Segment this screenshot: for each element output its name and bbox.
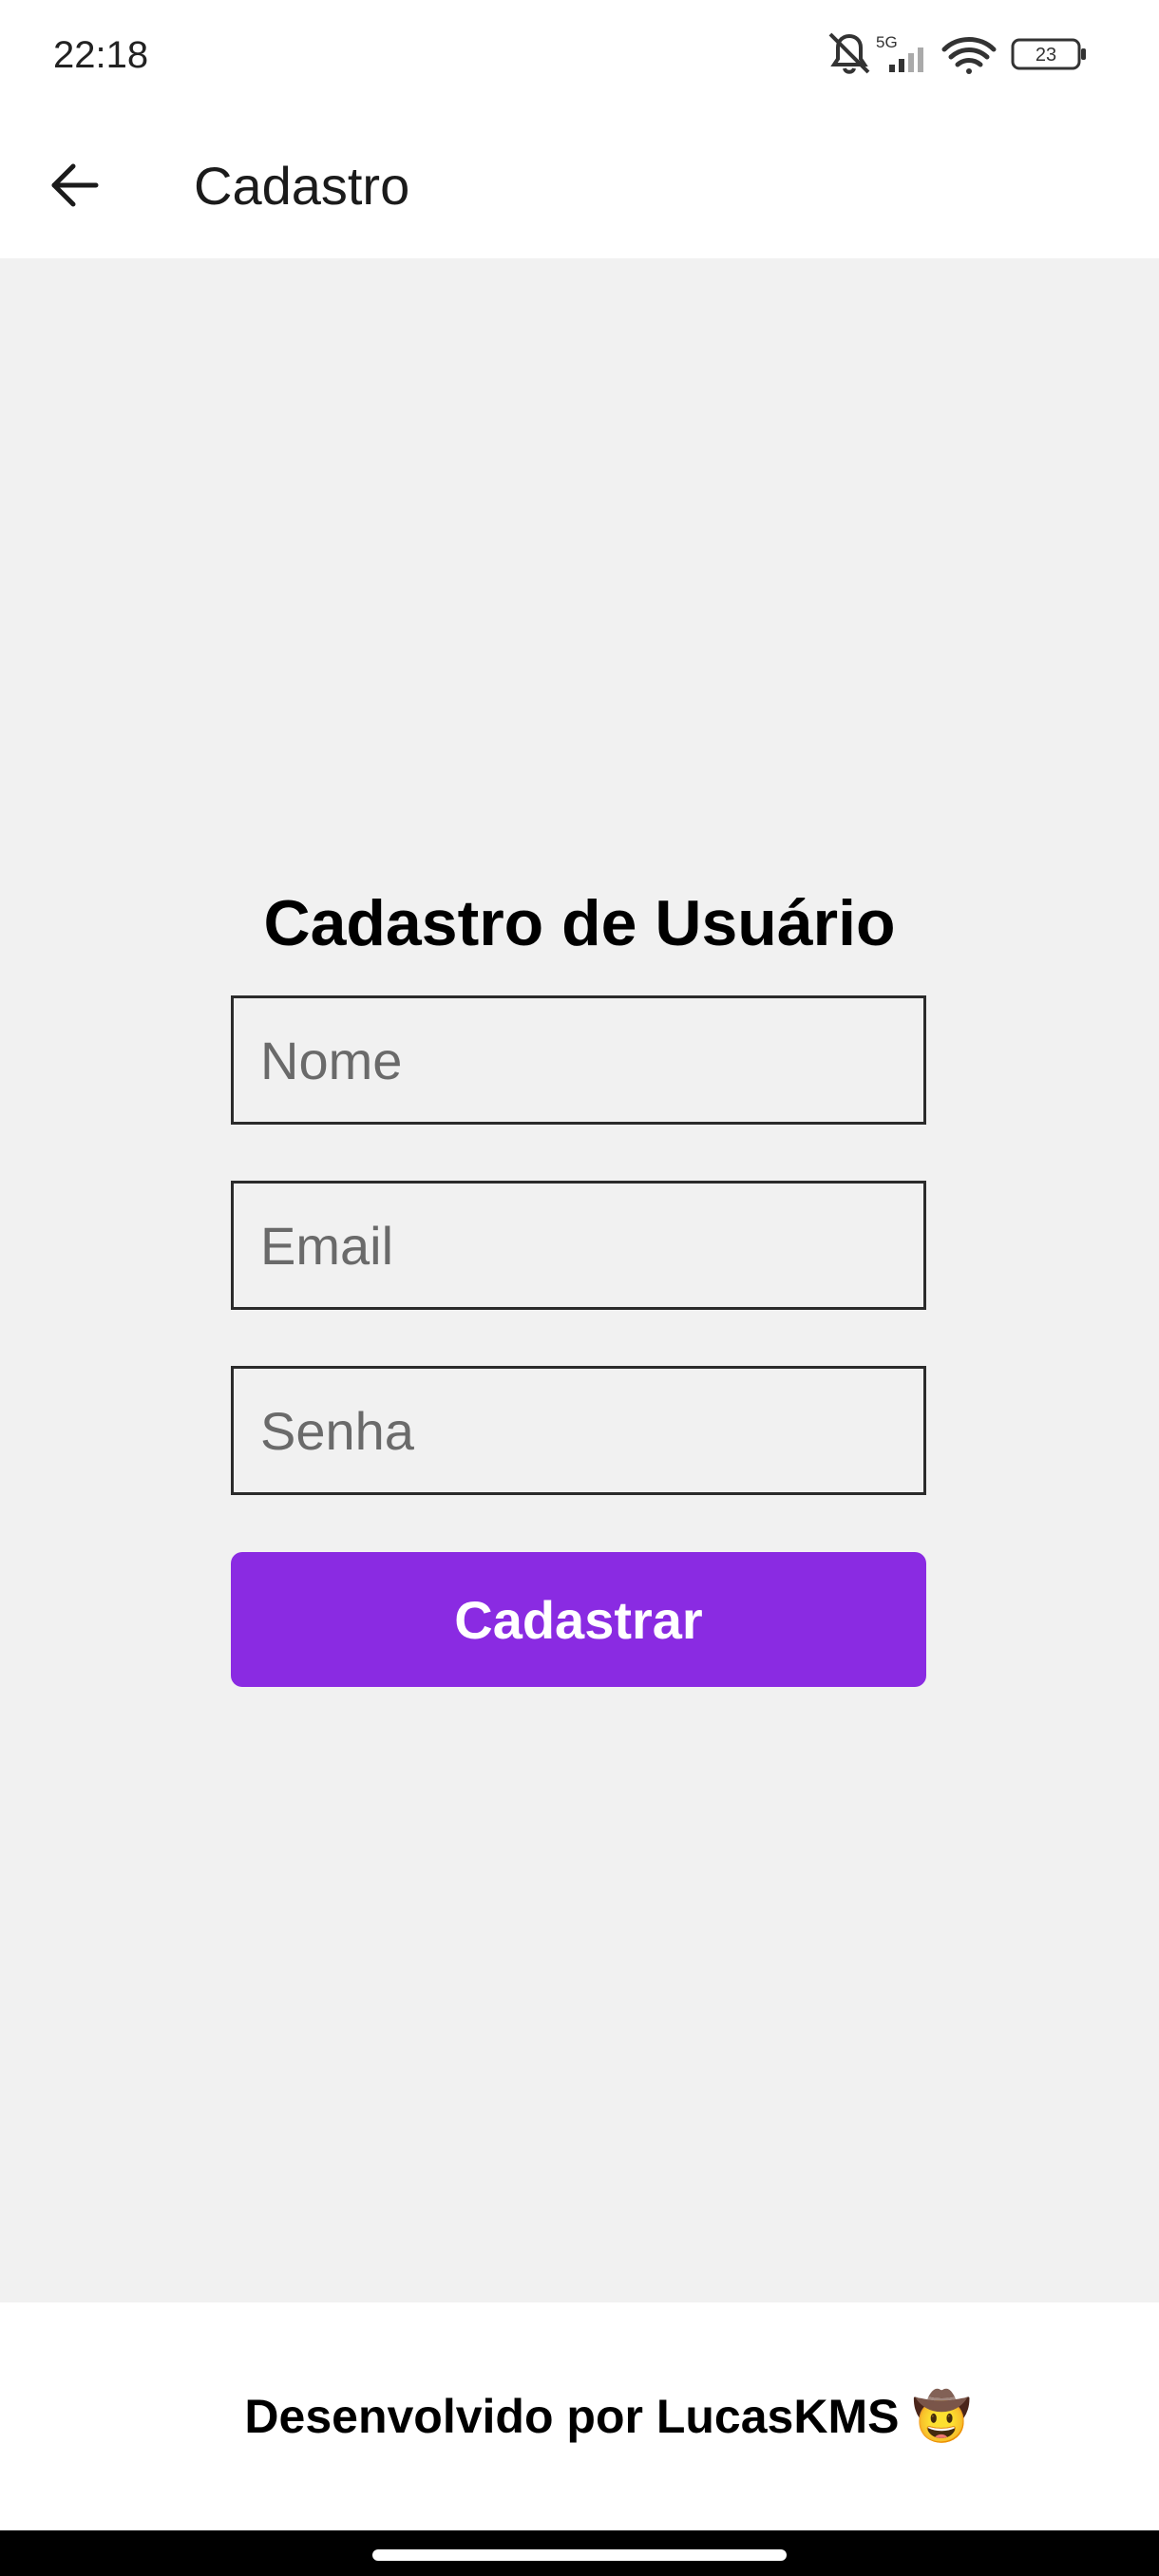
footer-credit: Desenvolvido por LucasKMS 🤠 [244, 2390, 972, 2443]
page-title: Cadastro [194, 156, 410, 216]
status-time: 22:18 [53, 34, 149, 76]
system-nav-bar [0, 2530, 1159, 2576]
battery-level: 23 [1036, 45, 1056, 66]
register-button[interactable]: Cadastrar [231, 1552, 926, 1687]
status-icons: 5G 23 [828, 32, 1086, 74]
status-bar: 22:18 5G 23 [0, 0, 1159, 112]
arrow-left-icon [51, 163, 99, 207]
form-title: Cadastro de Usuário [263, 887, 896, 959]
footer: Desenvolvido por LucasKMS 🤠 [0, 2302, 1159, 2530]
name-input[interactable] [231, 995, 926, 1125]
home-indicator[interactable] [372, 2549, 787, 2561]
email-input[interactable] [231, 1181, 926, 1310]
password-input[interactable] [231, 1366, 926, 1495]
back-button[interactable] [32, 142, 118, 228]
main-content: Cadastro de Usuário Cadastrar [0, 258, 1159, 2302]
battery-icon: 23 [1011, 38, 1086, 70]
network-label: 5G [876, 33, 898, 51]
app-bar: Cadastro [0, 112, 1159, 258]
bell-muted-icon [828, 32, 870, 74]
wifi-icon [941, 37, 997, 74]
